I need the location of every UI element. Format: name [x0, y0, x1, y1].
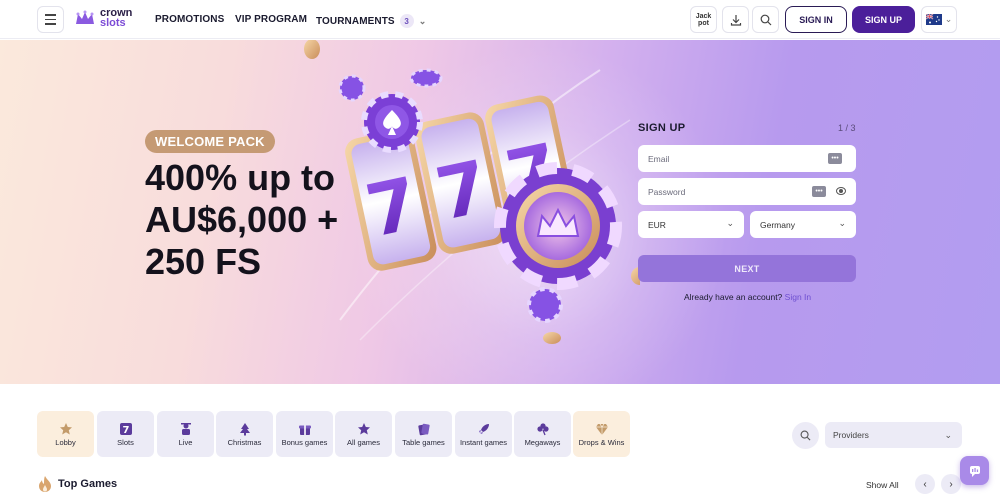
- top-header: crown slots PROMOTIONS VIP PROGRAM TOURN…: [0, 0, 1000, 39]
- currency-select[interactable]: EUR ⌄: [638, 211, 744, 238]
- chevron-left-icon: ‹: [923, 478, 927, 490]
- logo-line2: slots: [100, 17, 126, 29]
- search-icon: [760, 14, 771, 25]
- category-label: Bonus games: [281, 437, 328, 447]
- autofill-key-icon: •••: [812, 186, 826, 197]
- next-button[interactable]: NEXT: [638, 255, 856, 282]
- flame-icon: [39, 476, 51, 492]
- password-placeholder: Password: [648, 186, 686, 197]
- scroll-left-button[interactable]: ‹: [915, 474, 935, 494]
- header-search-button[interactable]: [752, 6, 779, 33]
- chevron-right-icon: ›: [949, 478, 953, 490]
- category-lobby[interactable]: Lobby: [37, 411, 94, 457]
- already-account-text: Already have an account?: [684, 292, 783, 302]
- star-icon: [357, 422, 370, 434]
- game-search-button[interactable]: [792, 422, 819, 449]
- tree-icon: [239, 422, 250, 435]
- scroll-right-button[interactable]: ›: [941, 474, 961, 494]
- show-password-eye-icon[interactable]: [836, 187, 846, 195]
- category-label: Lobby: [55, 437, 76, 447]
- signup-form-title: SIGN UP: [638, 122, 686, 134]
- providers-label: Providers: [833, 430, 869, 440]
- email-field[interactable]: Email •••: [638, 145, 856, 172]
- chevron-down-icon: ⌄: [944, 14, 953, 24]
- menu-icon-bar: [45, 23, 56, 25]
- category-label: Slots: [117, 437, 134, 447]
- category-label: Table games: [402, 437, 445, 447]
- hero-title-line: 250 FS: [145, 241, 262, 282]
- category-table-games[interactable]: Table games: [395, 411, 452, 457]
- category-christmas[interactable]: Christmas: [216, 411, 273, 457]
- clover-icon: [536, 422, 549, 435]
- welcome-pack-badge: WELCOME PACK: [145, 130, 275, 153]
- autofill-key-icon: •••: [828, 153, 842, 164]
- jackpot-button[interactable]: Jack pot: [690, 6, 717, 33]
- cards-icon: [417, 423, 430, 435]
- category-label: Christmas: [227, 437, 262, 447]
- country-select[interactable]: Germany ⌄: [750, 211, 856, 238]
- show-all-link[interactable]: Show All: [866, 480, 899, 490]
- search-icon: [800, 430, 811, 441]
- category-label: Instant games: [459, 437, 508, 447]
- seven-icon: 7: [119, 422, 132, 436]
- sign-up-button[interactable]: SIGN UP: [852, 6, 915, 33]
- chevron-down-icon: ⌄: [418, 15, 427, 26]
- sign-in-link[interactable]: Sign In: [785, 292, 811, 302]
- category-slots[interactable]: 7 Slots: [97, 411, 154, 457]
- jackpot-label-line2: pot: [698, 19, 709, 27]
- nav-tournaments[interactable]: TOURNAMENTS 3 ⌄: [316, 14, 426, 28]
- chevron-down-icon: ⌄: [726, 218, 734, 228]
- signup-step-indicator: 1 / 3: [838, 123, 856, 133]
- language-selector[interactable]: ⌄: [921, 6, 957, 33]
- category-megaways[interactable]: Megaways: [514, 411, 571, 457]
- australia-flag-icon: [925, 14, 942, 25]
- category-instant-games[interactable]: Instant games: [455, 411, 512, 457]
- hero-offer-title: 400% up to AU$6,000 + 250 FS: [145, 157, 375, 283]
- svg-text:7: 7: [122, 425, 129, 436]
- dealer-icon: [180, 422, 191, 435]
- download-button[interactable]: [722, 6, 749, 33]
- category-label: Drops & Wins: [578, 437, 625, 447]
- email-placeholder: Email: [648, 153, 670, 164]
- download-icon: [730, 14, 741, 26]
- category-label: Megaways: [524, 437, 561, 447]
- providers-select[interactable]: Providers ⌄: [825, 422, 962, 448]
- chevron-down-icon: ⌄: [944, 430, 952, 440]
- diamond-icon: [595, 423, 608, 435]
- category-label: All games: [347, 437, 380, 447]
- category-label: Live: [178, 437, 193, 447]
- menu-icon-bar: [45, 18, 56, 21]
- hero-banner: 7 7 7 WELCOME PACK 400% up to AU$6,000 +…: [0, 40, 1000, 384]
- logo-text: crown slots: [100, 8, 132, 29]
- sign-in-button[interactable]: SIGN IN: [785, 6, 847, 33]
- nav-promotions[interactable]: PROMOTIONS: [155, 14, 224, 25]
- category-bonus-games[interactable]: Bonus games: [276, 411, 333, 457]
- top-games-title: Top Games: [58, 478, 118, 490]
- already-have-account: Already have an account? Sign In: [684, 292, 811, 302]
- crown-icon: [76, 10, 94, 24]
- logo[interactable]: crown slots: [74, 8, 132, 29]
- chevron-down-icon: ⌄: [838, 218, 846, 228]
- chat-icon: [969, 465, 980, 477]
- rocket-icon: [478, 423, 489, 434]
- star-icon: [59, 422, 72, 434]
- category-drops-and-wins[interactable]: Drops & Wins: [573, 411, 630, 457]
- hero-title-line: AU$6,000 +: [145, 199, 339, 240]
- tournaments-count-badge: 3: [399, 14, 414, 28]
- country-value: Germany: [760, 219, 795, 230]
- support-chat-button[interactable]: [960, 456, 989, 485]
- category-live[interactable]: Live: [157, 411, 214, 457]
- category-all-games[interactable]: All games: [335, 411, 392, 457]
- gift-icon: [298, 425, 311, 435]
- jackpot-label-line1: Jack: [695, 12, 712, 20]
- hero-title-line: 400% up to: [145, 157, 336, 198]
- menu-icon-bar: [45, 14, 56, 16]
- menu-button[interactable]: [37, 6, 64, 33]
- nav-tournaments-label: TOURNAMENTS: [316, 15, 395, 27]
- password-field[interactable]: Password •••: [638, 178, 856, 205]
- nav-vip-program[interactable]: VIP PROGRAM: [235, 14, 307, 25]
- currency-value: EUR: [648, 219, 666, 230]
